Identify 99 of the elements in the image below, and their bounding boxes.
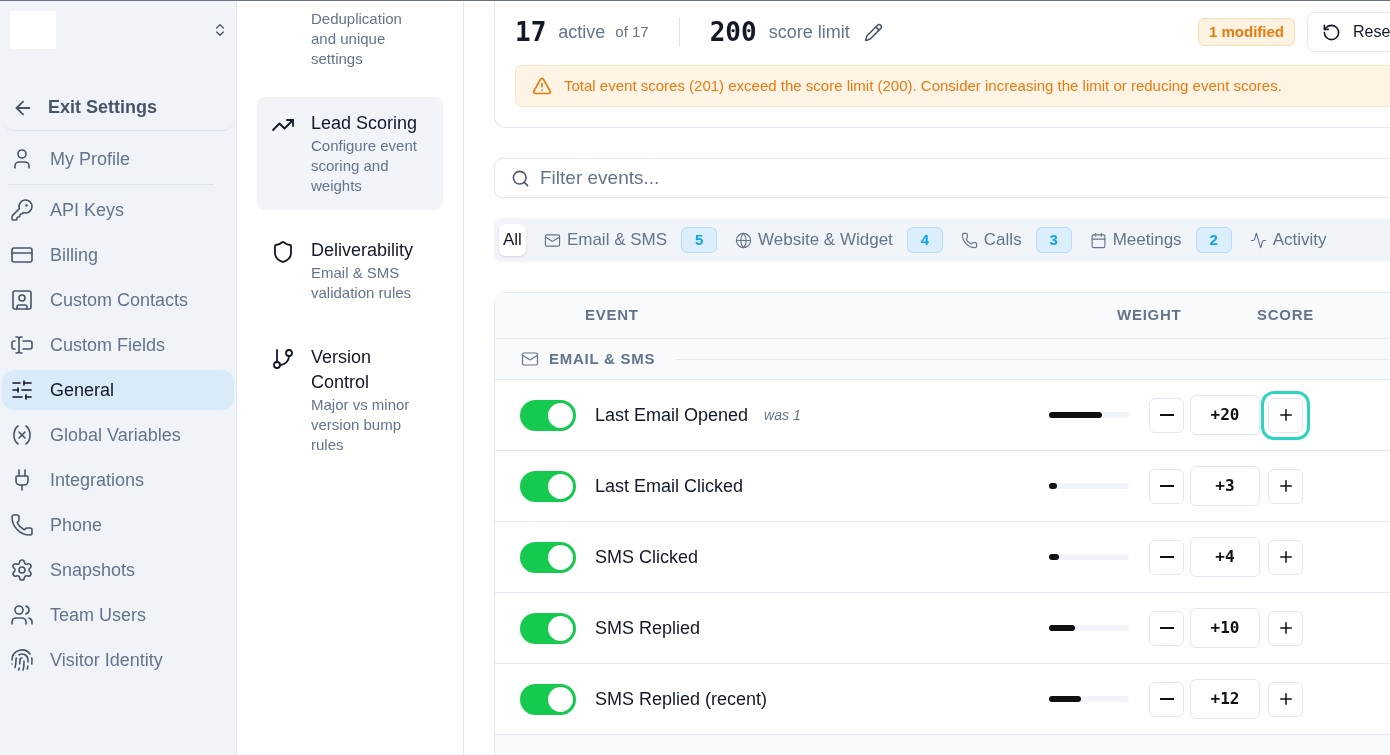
phone-icon xyxy=(10,513,34,537)
decrement-button[interactable] xyxy=(1149,681,1184,717)
decrement-button[interactable] xyxy=(1149,610,1184,646)
edit-icon[interactable] xyxy=(863,22,883,42)
sidebar-item[interactable]: Custom Fields xyxy=(2,325,234,365)
search-icon xyxy=(511,168,530,188)
count-badge: 2 xyxy=(1195,227,1232,253)
minus-icon xyxy=(1159,627,1174,629)
sidebar-item[interactable]: My Profile xyxy=(2,139,234,179)
sidebar-item[interactable]: Visitor Identity xyxy=(2,640,234,680)
score-value: +12 xyxy=(1190,679,1260,719)
globe-icon xyxy=(735,231,753,249)
subnav-description: Configure event scoring and weights xyxy=(311,136,418,196)
column-header: SCORE xyxy=(1257,305,1315,326)
event-name: SMS Replied (recent) xyxy=(595,687,768,711)
decrement-button[interactable] xyxy=(1149,397,1184,433)
sidebar-item[interactable]: API Keys xyxy=(2,190,234,230)
filter-tab[interactable]: Email & SMS xyxy=(539,224,672,256)
column-header: EVENT xyxy=(585,305,640,326)
subnav-description: Major vs minor version bump rules xyxy=(311,395,411,455)
subnav-item[interactable]: Deliverability Email & SMS validation rules xyxy=(257,224,443,317)
filter-tab[interactable]: Activity xyxy=(1245,224,1331,256)
reset-button[interactable]: Rese xyxy=(1307,12,1390,52)
sidebar-item[interactable]: Integrations xyxy=(2,460,234,500)
sidebar-item[interactable]: Snapshots xyxy=(2,550,234,590)
filter-tab[interactable]: Meetings xyxy=(1085,224,1186,256)
filter-tab[interactable]: Calls xyxy=(956,224,1026,256)
decrement-button[interactable] xyxy=(1149,468,1184,504)
sidebar-item[interactable]: Global Variables xyxy=(2,415,234,455)
score-value: +3 xyxy=(1190,466,1260,506)
previous-value: was 1 xyxy=(764,405,801,425)
active-total: of 17 xyxy=(615,21,649,42)
subnav-description: Email & SMS validation rules xyxy=(311,263,413,303)
toggle-switch[interactable] xyxy=(520,683,576,715)
subnav-item[interactable]: Deduplication and unique settings xyxy=(257,9,443,83)
count-badge: 3 xyxy=(1035,227,1072,253)
toggle-switch[interactable] xyxy=(520,470,576,502)
sidebar-item[interactable]: General xyxy=(2,370,234,410)
column-header: WEIGHT xyxy=(1117,305,1183,326)
active-label: active xyxy=(558,20,606,44)
minus-icon xyxy=(1159,485,1174,487)
shield-icon xyxy=(271,240,295,264)
text-field-icon xyxy=(10,333,34,357)
increment-button[interactable] xyxy=(1268,681,1303,717)
calendar-icon xyxy=(1089,231,1107,249)
sidebar-item[interactable]: Team Users xyxy=(2,595,234,635)
count-badge: 5 xyxy=(681,227,718,253)
warning-text: Total event scores (201) exceed the score limit (200). Consider increasing the limit or reducing event scores. xyxy=(564,75,1282,96)
fingerprint-icon xyxy=(10,648,34,672)
count-badge: 4 xyxy=(906,227,943,253)
subnav-title: Lead Scoring xyxy=(311,112,419,135)
subnav-item[interactable]: Version Control Major vs minor version bump rules xyxy=(257,331,443,469)
active-count: 17 xyxy=(515,15,547,49)
filter-input[interactable]: Filter events... xyxy=(540,163,1390,193)
minus-icon xyxy=(1159,556,1174,558)
key-icon xyxy=(10,198,34,222)
exit-settings-button[interactable]: Exit Settings xyxy=(2,85,234,131)
toggle-switch[interactable] xyxy=(520,399,576,431)
filter-tab[interactable]: Website & Widget xyxy=(731,224,897,256)
event-name: Last Email Opened xyxy=(595,403,749,427)
minus-icon xyxy=(1159,698,1174,700)
mail-icon xyxy=(521,350,539,368)
increment-button[interactable] xyxy=(1268,539,1303,575)
activity-icon xyxy=(1249,231,1267,249)
score-limit: 200 xyxy=(709,15,757,49)
decrement-button[interactable] xyxy=(1149,539,1184,575)
warning-icon xyxy=(532,76,552,96)
filter-field[interactable]: Filter events... xyxy=(494,158,1390,198)
minus-icon xyxy=(1159,414,1174,416)
gear-icon xyxy=(10,558,34,582)
sidebar-item[interactable]: Custom Contacts xyxy=(2,280,234,320)
users-icon xyxy=(10,603,34,627)
sliders-icon xyxy=(10,378,34,402)
event-name: SMS Clicked xyxy=(595,545,699,569)
sidebar-item[interactable]: Phone xyxy=(2,505,234,545)
score-value: +4 xyxy=(1190,537,1260,577)
subnav-item[interactable]: Lead Scoring Configure event scoring and weights xyxy=(257,97,443,210)
increment-button[interactable] xyxy=(1268,610,1303,646)
subnav-title: Version Control xyxy=(311,346,373,394)
contact-icon xyxy=(10,288,34,312)
score-limit-label: score limit xyxy=(768,20,850,44)
filter-tab[interactable]: All xyxy=(499,224,526,256)
toggle-switch[interactable] xyxy=(520,612,576,644)
sidebar-item[interactable]: Billing xyxy=(2,235,234,275)
score-value: +10 xyxy=(1190,608,1260,648)
increment-button[interactable] xyxy=(1268,468,1303,504)
event-name: Last Email Clicked xyxy=(595,474,744,498)
variable-icon xyxy=(10,423,34,447)
reset-icon xyxy=(1322,22,1341,42)
toggle-switch[interactable] xyxy=(520,541,576,573)
mail-icon xyxy=(543,231,561,249)
subnav-title: Deliverability xyxy=(311,239,415,262)
subnav-description: Deduplication and unique settings xyxy=(311,9,403,69)
event-name: SMS Replied xyxy=(595,616,701,640)
modified-badge: 1 modified xyxy=(1198,17,1295,47)
phone-icon xyxy=(960,231,978,249)
score-value: +20 xyxy=(1190,395,1260,435)
section-title: EMAIL & SMS xyxy=(549,348,656,369)
branch-icon xyxy=(271,347,295,371)
